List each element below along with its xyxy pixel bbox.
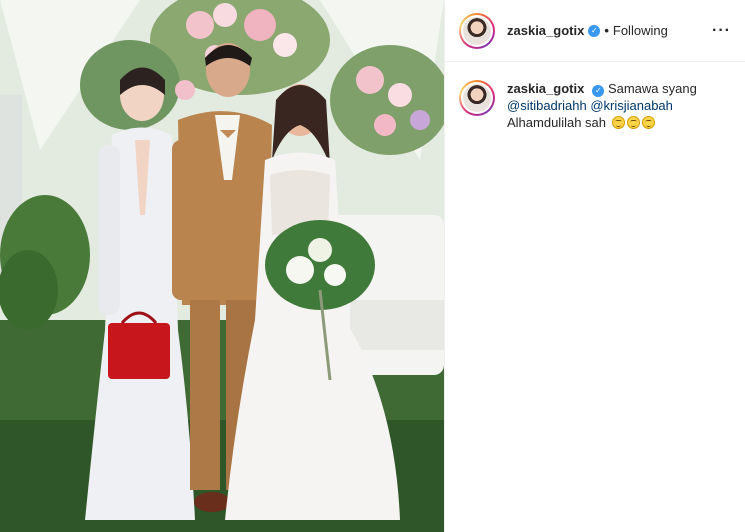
caption-line-3: Alhamdulilah sah	[507, 114, 697, 131]
verified-badge-icon: ✓	[588, 24, 601, 37]
post-header: zaskia_gotix ✓ • Following ···	[445, 0, 745, 62]
separator-dot: •	[604, 23, 609, 38]
smiling-face-with-halo-icon	[641, 116, 655, 129]
author-avatar[interactable]	[459, 12, 495, 49]
caption-text: Samawa syang	[607, 81, 697, 96]
caption-line-2: @sitibadriahh @krisjianabah	[507, 97, 697, 114]
caption-username[interactable]: zaskia_gotix	[507, 81, 584, 96]
avatar-image	[463, 16, 491, 45]
caption-avatar[interactable]	[459, 80, 495, 116]
smiling-face-with-halo-icon	[611, 116, 625, 129]
mention-link[interactable]: @sitibadriahh	[507, 98, 587, 113]
caption-body: zaskia_gotix ✓ Samawa syang @sitibadriahh…	[507, 80, 697, 131]
post-details-panel: zaskia_gotix ✓ • Following ··· zaskia_go…	[444, 0, 745, 532]
smiling-face-with-halo-icon	[626, 116, 640, 129]
caption-line-1: zaskia_gotix ✓ Samawa syang	[507, 80, 697, 97]
caption-avatar-image	[463, 84, 491, 112]
wedding-photo-illustration	[0, 0, 444, 532]
author-meta: zaskia_gotix ✓ • Following	[507, 23, 668, 38]
more-options-icon[interactable]: ···	[712, 22, 731, 40]
author-username[interactable]: zaskia_gotix	[507, 23, 584, 38]
caption-avatar-inner	[461, 82, 493, 114]
following-button[interactable]: Following	[613, 23, 668, 38]
mention-link[interactable]: @krisjianabah	[590, 98, 673, 113]
post-caption: zaskia_gotix ✓ Samawa syang @sitibadriahh…	[445, 62, 745, 131]
caption-text-2: Alhamdulilah sah	[507, 115, 607, 130]
post-photo[interactable]	[0, 0, 444, 532]
avatar-inner	[461, 14, 493, 47]
caption-verified-badge-icon: ✓	[592, 85, 605, 97]
